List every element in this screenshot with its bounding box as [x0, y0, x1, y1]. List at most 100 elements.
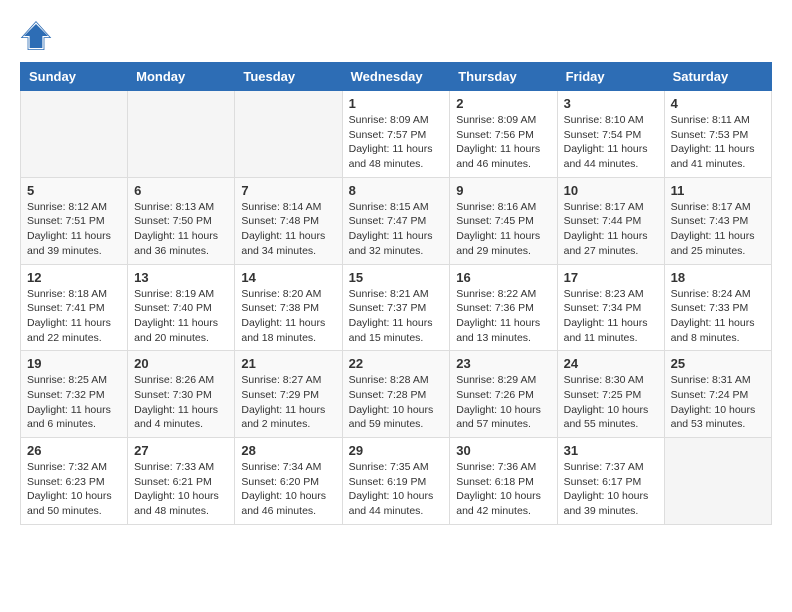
calendar-cell — [128, 91, 235, 178]
calendar-header-row: SundayMondayTuesdayWednesdayThursdayFrid… — [21, 63, 772, 91]
day-info: Sunrise: 8:25 AM Sunset: 7:32 PM Dayligh… — [27, 373, 121, 432]
day-number: 7 — [241, 183, 335, 198]
calendar-cell: 7 Sunrise: 8:14 AM Sunset: 7:48 PM Daylig… — [235, 177, 342, 264]
page-header — [20, 20, 772, 52]
calendar-cell: 24 Sunrise: 8:30 AM Sunset: 7:25 PM Dayli… — [557, 351, 664, 438]
day-info: Sunrise: 7:33 AM Sunset: 6:21 PM Dayligh… — [134, 460, 228, 519]
day-info: Sunrise: 8:17 AM Sunset: 7:43 PM Dayligh… — [671, 200, 765, 259]
day-info: Sunrise: 8:12 AM Sunset: 7:51 PM Dayligh… — [27, 200, 121, 259]
day-number: 21 — [241, 356, 335, 371]
calendar-cell: 10 Sunrise: 8:17 AM Sunset: 7:44 PM Dayli… — [557, 177, 664, 264]
day-number: 14 — [241, 270, 335, 285]
weekday-header: Monday — [128, 63, 235, 91]
day-number: 31 — [564, 443, 658, 458]
calendar-cell: 21 Sunrise: 8:27 AM Sunset: 7:29 PM Dayli… — [235, 351, 342, 438]
calendar-week-row: 1 Sunrise: 8:09 AM Sunset: 7:57 PM Daylig… — [21, 91, 772, 178]
day-number: 6 — [134, 183, 228, 198]
day-info: Sunrise: 8:20 AM Sunset: 7:38 PM Dayligh… — [241, 287, 335, 346]
day-number: 3 — [564, 96, 658, 111]
calendar-cell: 14 Sunrise: 8:20 AM Sunset: 7:38 PM Dayli… — [235, 264, 342, 351]
calendar-cell: 23Sunrise: 8:29 AM Sunset: 7:26 PM Dayli… — [450, 351, 557, 438]
calendar-cell: 1 Sunrise: 8:09 AM Sunset: 7:57 PM Daylig… — [342, 91, 450, 178]
day-info: Sunrise: 7:37 AM Sunset: 6:17 PM Dayligh… — [564, 460, 658, 519]
day-number: 2 — [456, 96, 550, 111]
day-info: Sunrise: 8:21 AM Sunset: 7:37 PM Dayligh… — [349, 287, 444, 346]
day-number: 8 — [349, 183, 444, 198]
calendar-cell: 19 Sunrise: 8:25 AM Sunset: 7:32 PM Dayli… — [21, 351, 128, 438]
calendar-cell: 28 Sunrise: 7:34 AM Sunset: 6:20 PM Dayli… — [235, 438, 342, 525]
calendar-cell: 3 Sunrise: 8:10 AM Sunset: 7:54 PM Daylig… — [557, 91, 664, 178]
calendar-cell — [235, 91, 342, 178]
calendar-cell: 16 Sunrise: 8:22 AM Sunset: 7:36 PM Dayli… — [450, 264, 557, 351]
weekday-header: Tuesday — [235, 63, 342, 91]
calendar-cell: 25Sunrise: 8:31 AM Sunset: 7:24 PM Dayli… — [664, 351, 771, 438]
calendar-cell: 29 Sunrise: 7:35 AM Sunset: 6:19 PM Dayli… — [342, 438, 450, 525]
calendar-cell: 5 Sunrise: 8:12 AM Sunset: 7:51 PM Daylig… — [21, 177, 128, 264]
day-info: Sunrise: 8:28 AM Sunset: 7:28 PM Dayligh… — [349, 373, 444, 432]
day-info: Sunrise: 7:34 AM Sunset: 6:20 PM Dayligh… — [241, 460, 335, 519]
day-number: 1 — [349, 96, 444, 111]
day-number: 19 — [27, 356, 121, 371]
weekday-header: Saturday — [664, 63, 771, 91]
calendar-cell: 9 Sunrise: 8:16 AM Sunset: 7:45 PM Daylig… — [450, 177, 557, 264]
day-number: 15 — [349, 270, 444, 285]
day-number: 20 — [134, 356, 228, 371]
day-number: 11 — [671, 183, 765, 198]
day-number: 24 — [564, 356, 658, 371]
day-info: Sunrise: 8:15 AM Sunset: 7:47 PM Dayligh… — [349, 200, 444, 259]
day-info: Sunrise: 8:30 AM Sunset: 7:25 PM Dayligh… — [564, 373, 658, 432]
day-info: Sunrise: 8:23 AM Sunset: 7:34 PM Dayligh… — [564, 287, 658, 346]
day-info: Sunrise: 8:10 AM Sunset: 7:54 PM Dayligh… — [564, 113, 658, 172]
calendar-cell: 17 Sunrise: 8:23 AM Sunset: 7:34 PM Dayli… — [557, 264, 664, 351]
day-info: Sunrise: 8:19 AM Sunset: 7:40 PM Dayligh… — [134, 287, 228, 346]
day-number: 17 — [564, 270, 658, 285]
day-number: 12 — [27, 270, 121, 285]
calendar-cell — [21, 91, 128, 178]
day-number: 26 — [27, 443, 121, 458]
day-info: Sunrise: 7:35 AM Sunset: 6:19 PM Dayligh… — [349, 460, 444, 519]
day-info: Sunrise: 8:29 AM Sunset: 7:26 PM Dayligh… — [456, 373, 550, 432]
weekday-header: Friday — [557, 63, 664, 91]
calendar-cell: 12 Sunrise: 8:18 AM Sunset: 7:41 PM Dayli… — [21, 264, 128, 351]
day-number: 28 — [241, 443, 335, 458]
day-number: 27 — [134, 443, 228, 458]
calendar-cell: 22 Sunrise: 8:28 AM Sunset: 7:28 PM Dayli… — [342, 351, 450, 438]
weekday-header: Wednesday — [342, 63, 450, 91]
day-number: 22 — [349, 356, 444, 371]
day-number: 5 — [27, 183, 121, 198]
day-info: Sunrise: 8:16 AM Sunset: 7:45 PM Dayligh… — [456, 200, 550, 259]
day-number: 18 — [671, 270, 765, 285]
day-number: 16 — [456, 270, 550, 285]
calendar-cell: 13 Sunrise: 8:19 AM Sunset: 7:40 PM Dayli… — [128, 264, 235, 351]
calendar-cell: 2Sunrise: 8:09 AM Sunset: 7:56 PM Daylig… — [450, 91, 557, 178]
calendar-cell: 15 Sunrise: 8:21 AM Sunset: 7:37 PM Dayli… — [342, 264, 450, 351]
day-info: Sunrise: 8:09 AM Sunset: 7:57 PM Dayligh… — [349, 113, 444, 172]
calendar-cell: 27 Sunrise: 7:33 AM Sunset: 6:21 PM Dayli… — [128, 438, 235, 525]
day-info: Sunrise: 8:31 AM Sunset: 7:24 PM Dayligh… — [671, 373, 765, 432]
calendar-week-row: 12 Sunrise: 8:18 AM Sunset: 7:41 PM Dayli… — [21, 264, 772, 351]
day-info: Sunrise: 8:14 AM Sunset: 7:48 PM Dayligh… — [241, 200, 335, 259]
day-info: Sunrise: 8:17 AM Sunset: 7:44 PM Dayligh… — [564, 200, 658, 259]
logo-icon — [20, 20, 52, 52]
day-info: Sunrise: 8:13 AM Sunset: 7:50 PM Dayligh… — [134, 200, 228, 259]
logo — [20, 20, 56, 52]
calendar-week-row: 5 Sunrise: 8:12 AM Sunset: 7:51 PM Daylig… — [21, 177, 772, 264]
calendar-cell: 30Sunrise: 7:36 AM Sunset: 6:18 PM Dayli… — [450, 438, 557, 525]
day-number: 30 — [456, 443, 550, 458]
weekday-header: Thursday — [450, 63, 557, 91]
calendar-cell — [664, 438, 771, 525]
calendar-cell: 20Sunrise: 8:26 AM Sunset: 7:30 PM Dayli… — [128, 351, 235, 438]
calendar-cell: 4Sunrise: 8:11 AM Sunset: 7:53 PM Daylig… — [664, 91, 771, 178]
day-number: 4 — [671, 96, 765, 111]
calendar-table: SundayMondayTuesdayWednesdayThursdayFrid… — [20, 62, 772, 525]
day-number: 10 — [564, 183, 658, 198]
day-info: Sunrise: 8:27 AM Sunset: 7:29 PM Dayligh… — [241, 373, 335, 432]
day-info: Sunrise: 8:18 AM Sunset: 7:41 PM Dayligh… — [27, 287, 121, 346]
calendar-week-row: 19 Sunrise: 8:25 AM Sunset: 7:32 PM Dayli… — [21, 351, 772, 438]
day-number: 29 — [349, 443, 444, 458]
calendar-cell: 6 Sunrise: 8:13 AM Sunset: 7:50 PM Daylig… — [128, 177, 235, 264]
weekday-header: Sunday — [21, 63, 128, 91]
day-number: 9 — [456, 183, 550, 198]
day-number: 13 — [134, 270, 228, 285]
day-info: Sunrise: 8:22 AM Sunset: 7:36 PM Dayligh… — [456, 287, 550, 346]
